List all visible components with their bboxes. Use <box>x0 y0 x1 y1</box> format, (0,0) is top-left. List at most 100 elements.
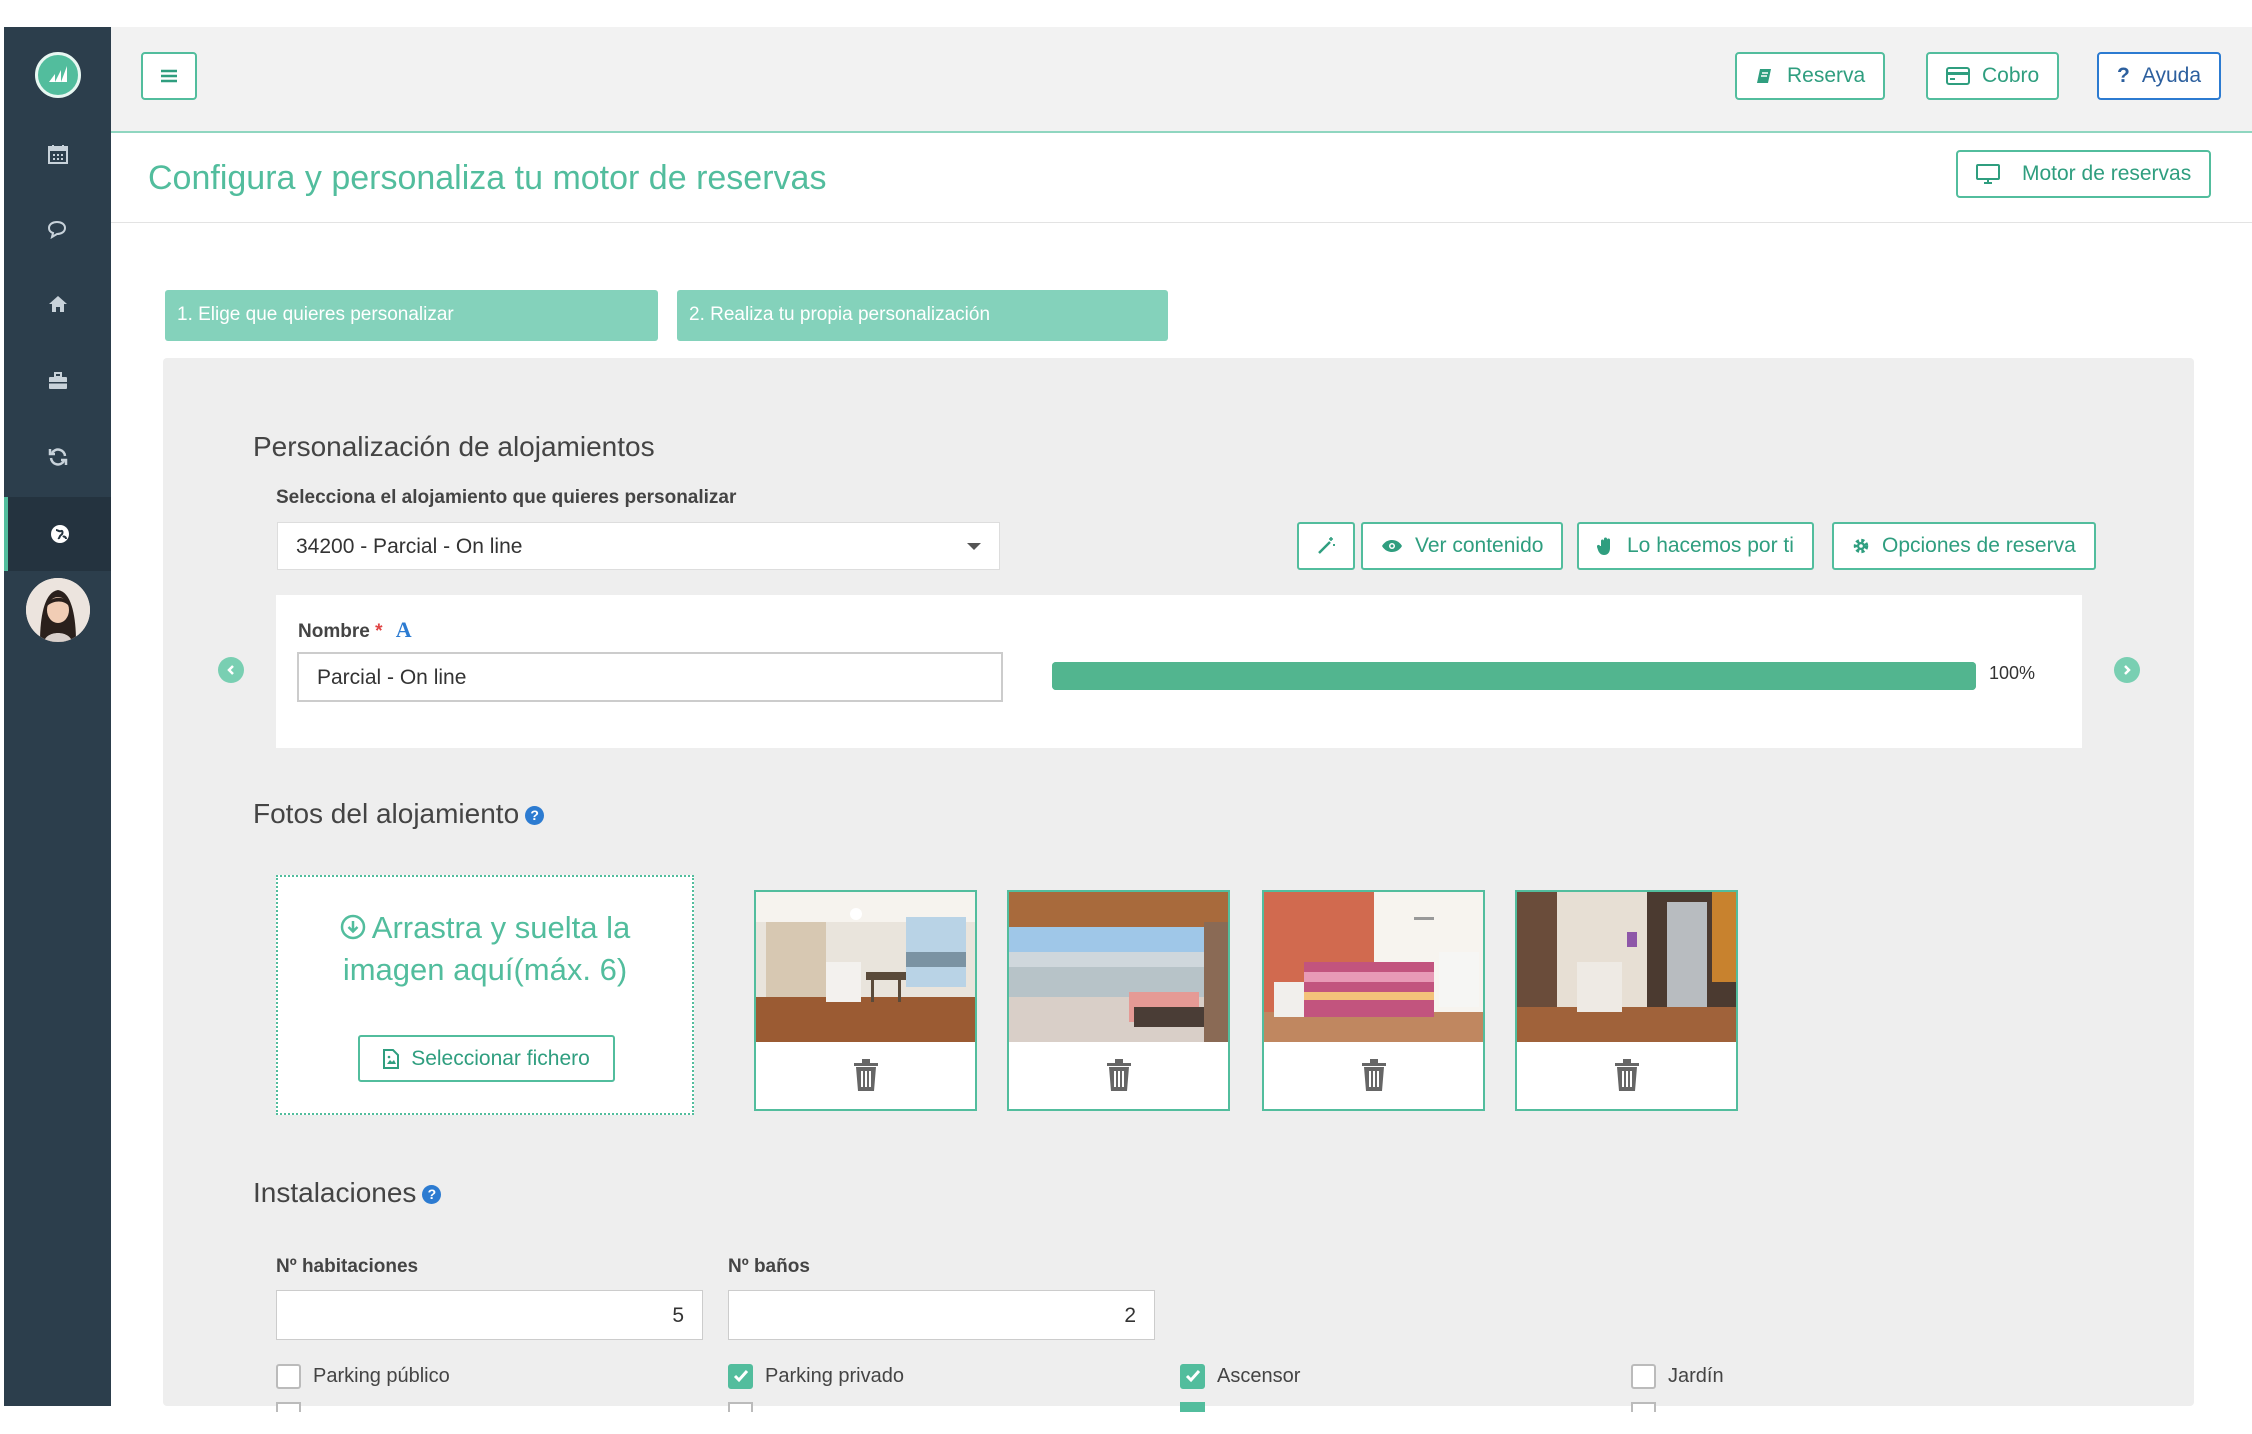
help-icon[interactable]: ? <box>525 806 545 826</box>
opciones-de-reserva-button[interactable]: Opciones de reserva <box>1832 522 2096 570</box>
checkbox-partial[interactable] <box>728 1402 753 1412</box>
photo-dropzone[interactable]: Arrastra y suelta la imagen aquí(máx. 6)… <box>276 875 694 1115</box>
checkbox-parking-privado[interactable]: Parking privado <box>728 1363 904 1389</box>
photo-card[interactable] <box>754 890 977 1111</box>
image-file-icon <box>383 1048 400 1069</box>
dropzone-line1: Arrastra y suelta la <box>371 910 631 945</box>
checkbox-label: Parking privado <box>765 1364 904 1387</box>
sidebar-item-web[interactable] <box>4 497 111 571</box>
reserva-button[interactable]: Reserva <box>1735 52 1886 100</box>
alojamiento-selected-value: 34200 - Parcial - On line <box>296 535 523 558</box>
step-2-tab[interactable]: 2. Realiza tu propia personalización <box>677 290 1168 341</box>
sidebar-item-briefcase[interactable] <box>4 344 111 418</box>
dropzone-line2: imagen aquí(máx. 6) <box>342 952 628 987</box>
checkbox-parking-publico[interactable]: Parking público <box>276 1363 450 1389</box>
motor-de-reservas-button[interactable]: Motor de reservas <box>1956 150 2212 198</box>
cobro-button[interactable]: Cobro <box>1926 52 2060 100</box>
checkbox-box[interactable] <box>728 1363 753 1389</box>
sidebar-item-calendar[interactable] <box>4 117 111 191</box>
chevron-right-icon <box>2124 665 2131 675</box>
select-file-button[interactable]: Seleccionar fichero <box>358 1035 615 1082</box>
nombre-field-label: Nombre * A <box>298 617 412 643</box>
fotos-title-text: Fotos del alojamiento <box>253 798 520 829</box>
book-icon <box>1757 69 1771 83</box>
calendar-icon <box>47 145 68 164</box>
checkbox-jardin[interactable]: Jardín <box>1631 1363 1724 1389</box>
sidebar-item-sync[interactable] <box>4 420 111 494</box>
logo-icon <box>49 66 67 82</box>
eye-icon <box>1382 540 1402 552</box>
trash-icon[interactable] <box>1359 1058 1389 1092</box>
checkbox-partial[interactable] <box>276 1402 301 1412</box>
menu-toggle-button[interactable] <box>141 52 197 100</box>
trash-icon[interactable] <box>1612 1058 1642 1092</box>
cobro-label: Cobro <box>1982 64 2040 87</box>
photo-card[interactable] <box>1262 890 1485 1111</box>
hamburger-icon <box>161 69 177 83</box>
photo-card[interactable] <box>1007 890 1230 1111</box>
next-arrow-button[interactable] <box>2114 657 2140 683</box>
checkbox-partial[interactable] <box>1631 1402 1656 1412</box>
checkbox-partial[interactable] <box>1180 1402 1205 1412</box>
habitaciones-label: Nº habitaciones <box>276 1256 419 1277</box>
photo-bedroom <box>1264 892 1483 1042</box>
checkbox-box[interactable] <box>276 1363 301 1389</box>
checkbox-ascensor[interactable]: Ascensor <box>1180 1363 1300 1389</box>
dropzone-text: Arrastra y suelta la imagen aquí(máx. 6) <box>278 907 692 991</box>
step-1-tab[interactable]: 1. Elige que quieres personalizar <box>165 290 658 341</box>
nombre-input[interactable]: Parcial - On line <box>297 652 1003 702</box>
chat-icon <box>47 220 66 240</box>
motor-label: Motor de reservas <box>2022 162 2192 185</box>
ayuda-label: Ayuda <box>2141 64 2201 87</box>
alojamientos-section-title: Personalización de alojamientos <box>253 431 655 462</box>
banos-label: Nº baños <box>728 1256 810 1277</box>
user-avatar[interactable] <box>26 578 90 642</box>
nombre-label: Nombre <box>298 621 370 642</box>
previous-arrow-button[interactable] <box>218 657 244 683</box>
photo-card[interactable] <box>1515 890 1738 1111</box>
refresh-icon <box>48 448 67 466</box>
chevron-left-icon <box>227 665 234 675</box>
translate-font-icon[interactable]: A <box>396 617 412 642</box>
banos-input[interactable]: 2 <box>728 1290 1155 1340</box>
checkbox-box[interactable] <box>1631 1363 1656 1389</box>
checkbox-label: Jardín <box>1668 1364 1724 1387</box>
checkbox-label: Ascensor <box>1217 1364 1301 1387</box>
photo-living-room <box>756 892 975 1042</box>
nombre-card: Nombre * A Parcial - On line 100% <box>276 595 2082 748</box>
caret-down-icon <box>967 543 981 550</box>
checkbox-box[interactable] <box>1180 1363 1205 1389</box>
checkmark-icon <box>1185 1370 1200 1383</box>
completion-progress-bar <box>1052 662 1976 690</box>
home-icon <box>48 296 67 312</box>
alojamiento-select[interactable]: 34200 - Parcial - On line <box>277 522 1000 570</box>
trash-icon[interactable] <box>1104 1058 1134 1092</box>
photo-balcony-sea-view <box>1009 892 1228 1042</box>
opciones-label: Opciones de reserva <box>1882 534 2076 557</box>
progress-percent: 100% <box>1989 663 2036 683</box>
magic-wand-icon <box>1318 537 1335 554</box>
photo-kitchen <box>1517 892 1736 1042</box>
fotos-section-title: Fotos del alojamiento? <box>253 798 545 830</box>
magic-wand-button[interactable] <box>1297 522 1355 570</box>
download-circle-icon <box>340 914 366 940</box>
trash-icon[interactable] <box>851 1058 881 1092</box>
sidebar-item-home[interactable] <box>4 267 111 341</box>
progress-fill <box>1052 662 1976 690</box>
app-logo[interactable] <box>35 52 81 98</box>
top-bar: Reserva Cobro ? Ayuda <box>111 27 2252 133</box>
sidebar-item-messages[interactable] <box>4 193 111 267</box>
select-file-label: Seleccionar fichero <box>411 1046 590 1070</box>
monitor-icon <box>1976 164 2000 184</box>
lo-hacemos-label: Lo hacemos por ti <box>1627 534 1794 557</box>
lo-hacemos-por-ti-button[interactable]: Lo hacemos por ti <box>1577 522 1814 570</box>
help-icon[interactable]: ? <box>422 1185 442 1205</box>
ver-contenido-button[interactable]: Ver contenido <box>1361 522 1564 570</box>
question-icon: ? <box>2117 64 2130 87</box>
credit-card-icon <box>1946 67 1970 85</box>
reserva-label: Reserva <box>1787 64 1866 87</box>
habitaciones-input[interactable]: 5 <box>276 1290 703 1340</box>
ayuda-button[interactable]: ? Ayuda <box>2097 52 2221 100</box>
avatar-photo <box>26 578 90 642</box>
page-title: Configura y personaliza tu motor de rese… <box>148 159 827 197</box>
